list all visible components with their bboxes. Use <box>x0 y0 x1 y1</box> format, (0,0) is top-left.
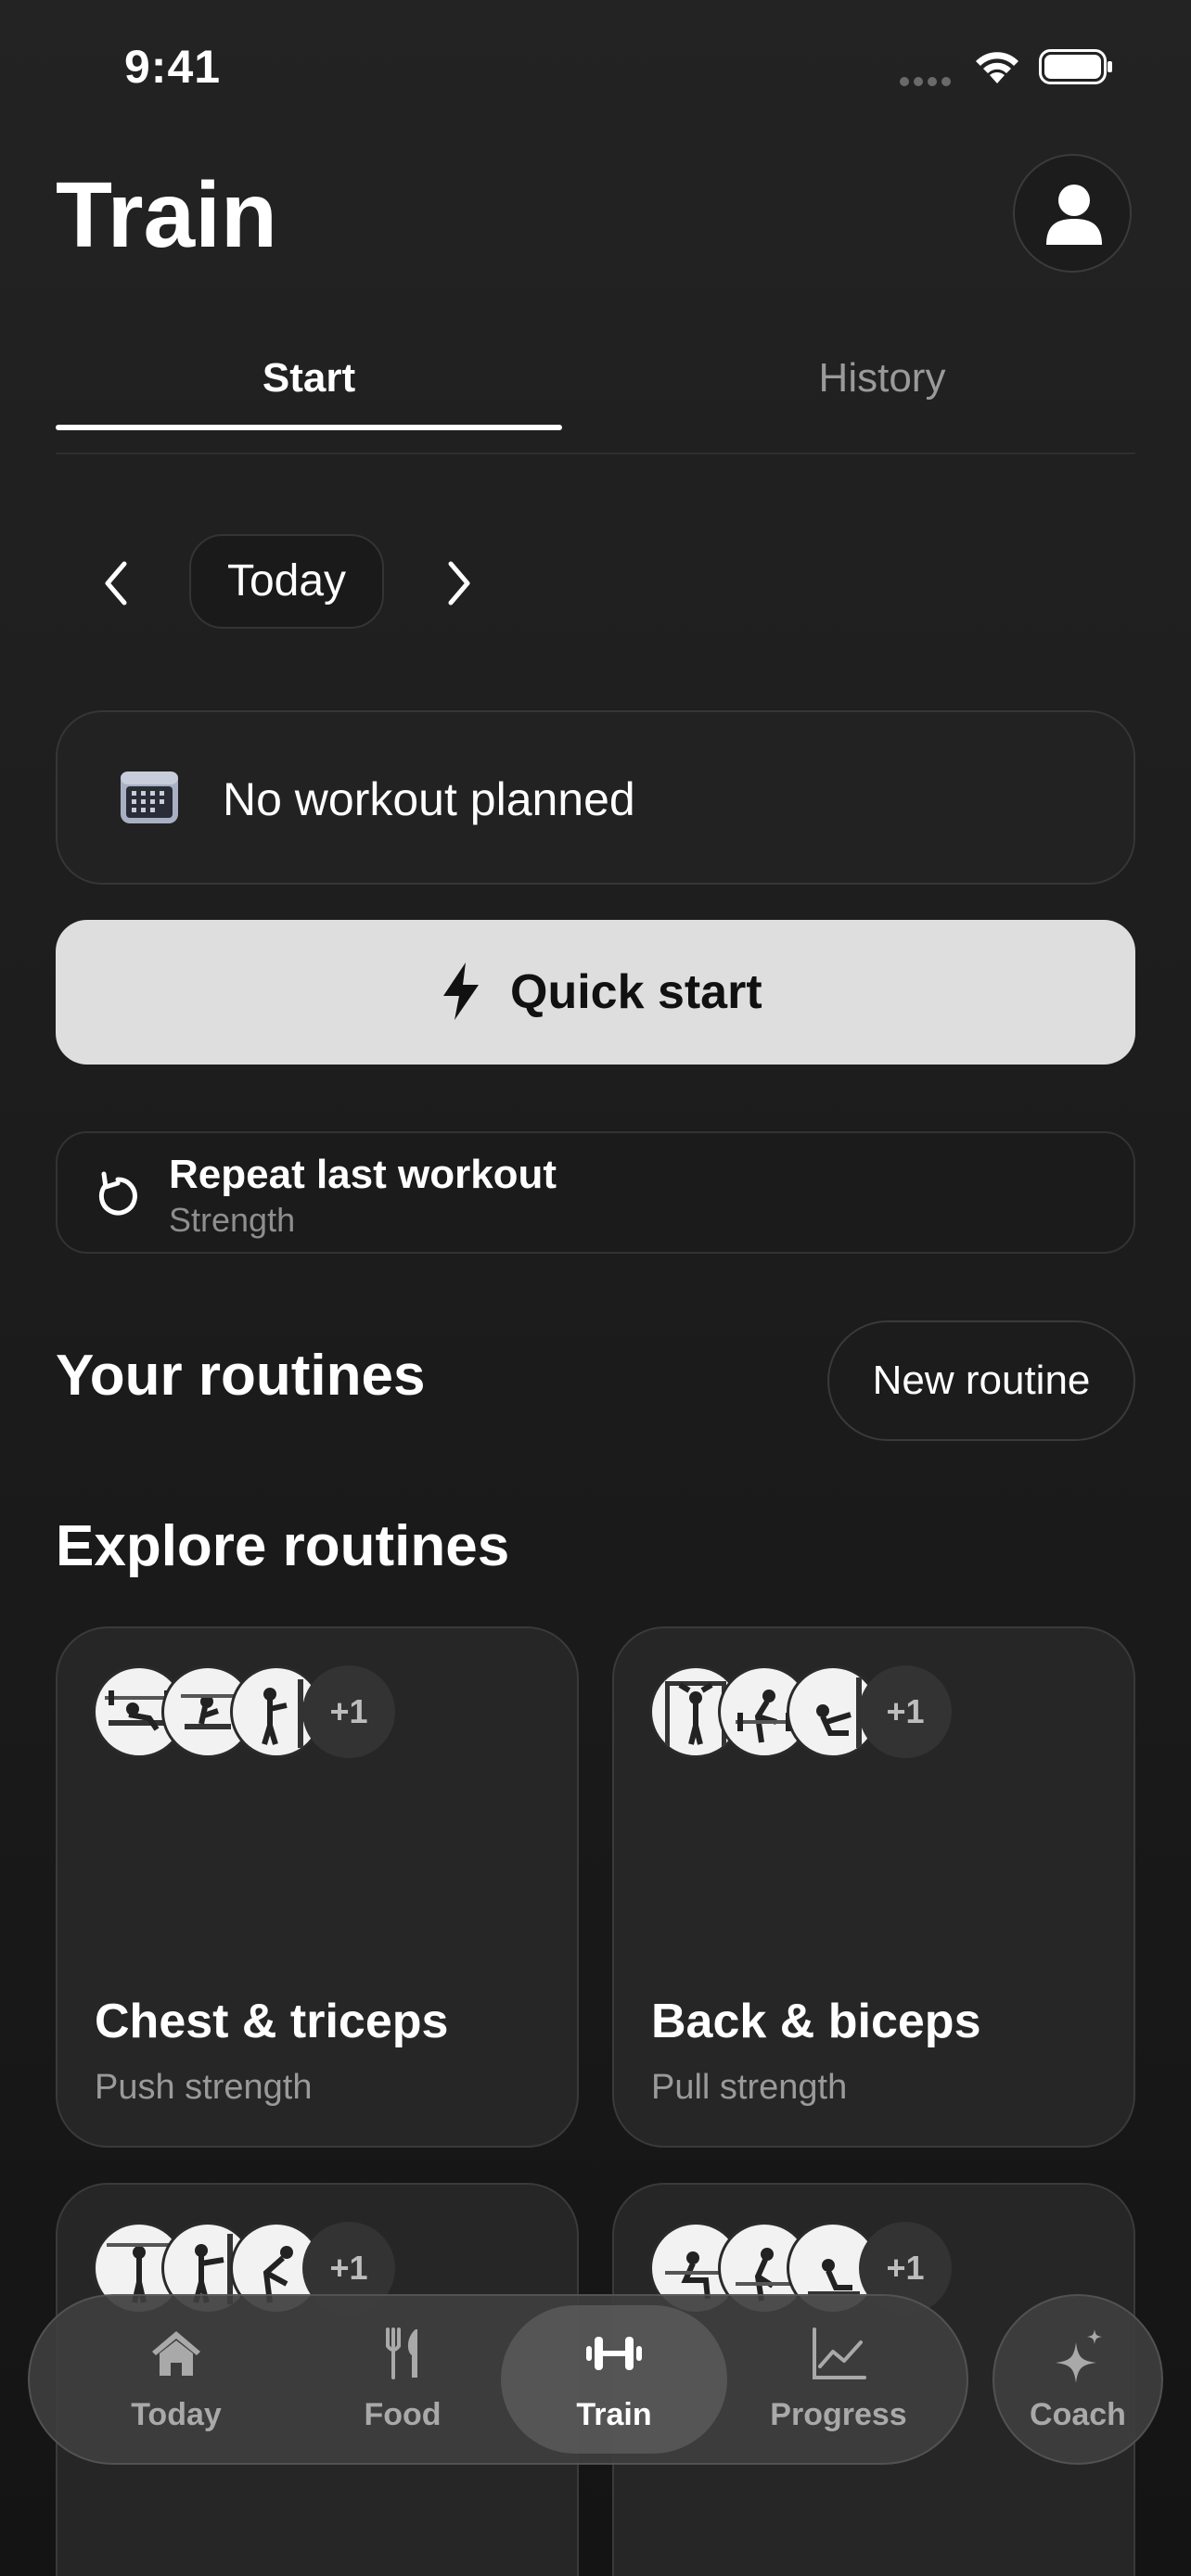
plan-card[interactable]: No workout planned <box>56 710 1135 885</box>
routine-subtitle: Pull strength <box>651 2068 848 2107</box>
coach-label: Coach <box>1030 2397 1126 2432</box>
page-title: Train <box>56 163 277 267</box>
tab-active-indicator <box>56 425 562 430</box>
cellular-signal-icon <box>900 74 959 86</box>
battery-icon <box>1039 49 1112 84</box>
plan-label: No workout planned <box>223 773 635 825</box>
tab-start[interactable]: Start <box>56 349 562 408</box>
train-screen: 9:41 Train Start History Today No workou… <box>0 0 1191 2576</box>
chevron-left-icon[interactable] <box>87 551 143 616</box>
profile-button[interactable] <box>1013 154 1132 273</box>
more-exercises-badge: +1 <box>859 1665 952 1758</box>
coach-button[interactable]: Coach <box>992 2294 1163 2465</box>
repeat-subtitle: Strength <box>169 1201 296 1239</box>
nav-progress[interactable]: Progress <box>727 2296 950 2463</box>
chart-icon <box>813 2327 866 2379</box>
wifi-icon <box>976 52 1018 83</box>
sparkle-icon <box>1056 2329 1102 2383</box>
nav-progress-label: Progress <box>770 2397 907 2432</box>
routine-name: Chest & triceps <box>95 1995 449 2048</box>
nav-train[interactable]: Train <box>501 2296 727 2463</box>
nav-today[interactable]: Today <box>65 2296 288 2463</box>
calendar-icon <box>121 772 178 823</box>
routine-name: Back & biceps <box>651 1995 981 2048</box>
routine-card[interactable]: +1 Chest & triceps Push strength <box>56 1626 579 2148</box>
nav-today-label: Today <box>131 2397 222 2432</box>
quick-start-label: Quick start <box>510 965 762 1019</box>
nav-train-label: Train <box>576 2397 652 2432</box>
person-icon <box>1046 185 1102 245</box>
repeat-last-workout-button[interactable]: Repeat last workout Strength <box>56 1131 1135 1254</box>
tab-bar: Today Food Train Progress <box>28 2294 968 2465</box>
nav-food[interactable]: Food <box>291 2296 514 2463</box>
more-exercises-badge: +1 <box>302 1665 395 1758</box>
home-icon <box>152 2331 200 2376</box>
routine-card[interactable]: +1 Back & biceps Pull strength <box>612 1626 1135 2148</box>
routine-subtitle: Push strength <box>95 2068 313 2107</box>
bolt-icon <box>443 963 479 1020</box>
quick-start-button[interactable]: Quick start <box>56 920 1135 1065</box>
tab-divider <box>56 453 1135 454</box>
chevron-right-icon[interactable] <box>432 551 488 616</box>
your-routines-heading: Your routines <box>56 1344 426 1408</box>
status-bar: 9:41 <box>0 0 1191 139</box>
dumbbell-icon <box>586 2337 642 2370</box>
tab-history[interactable]: History <box>629 349 1135 408</box>
nav-food-label: Food <box>364 2397 442 2432</box>
status-time: 9:41 <box>124 41 222 93</box>
fork-knife-icon <box>386 2327 417 2379</box>
repeat-title: Repeat last workout <box>169 1152 557 1197</box>
new-routine-button[interactable]: New routine <box>827 1320 1135 1441</box>
date-selector[interactable]: Today <box>189 534 384 629</box>
explore-routines-heading: Explore routines <box>56 1514 510 1578</box>
repeat-icon <box>98 1171 137 1216</box>
